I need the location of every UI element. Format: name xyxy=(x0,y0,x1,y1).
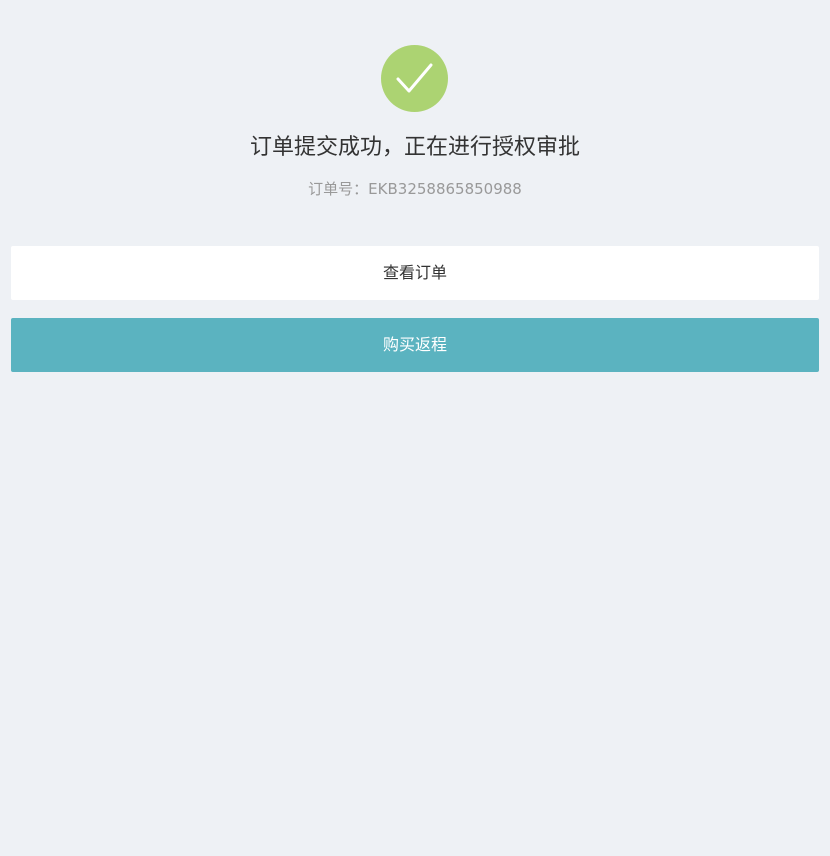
order-number-line: 订单号：EKB3258865850988 xyxy=(0,179,830,199)
checkmark-icon xyxy=(396,63,433,93)
buy-return-trip-button[interactable]: 购买返程 xyxy=(11,318,819,372)
success-title: 订单提交成功，正在进行授权审批 xyxy=(249,135,580,160)
order-success-page: 订单提交成功，正在进行授权审批 订单号：EKB3258865850988 查看订… xyxy=(0,0,830,856)
checkmark-circle-icon xyxy=(381,45,448,112)
order-number-value: EKB3258865850988 xyxy=(368,180,522,198)
view-order-button[interactable]: 查看订单 xyxy=(11,246,819,300)
order-number-label: 订单号： xyxy=(308,180,369,198)
